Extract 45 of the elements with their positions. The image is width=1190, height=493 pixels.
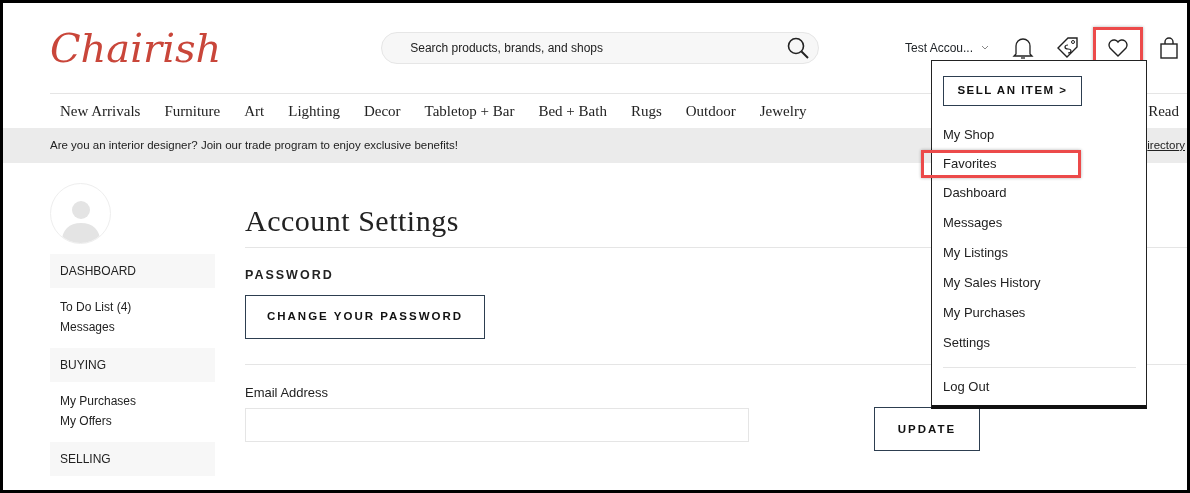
section-heading: PASSWORD [245, 267, 334, 284]
nav-link[interactable]: Rugs [630, 99, 662, 123]
price-tag-icon [1055, 36, 1079, 60]
logout-link[interactable]: Log Out [940, 372, 996, 402]
shopping-bag-icon [1157, 36, 1181, 60]
trade-program-link[interactable]: Join our trade program [200, 138, 318, 151]
sidebar-heading[interactable]: DASHBOARD [50, 254, 215, 288]
sidebar-link[interactable]: To Do List (4) [60, 297, 132, 317]
sidebar-heading[interactable]: SELLING [50, 442, 215, 476]
nav-link[interactable]: Outdoor [685, 99, 736, 123]
sidebar-link[interactable]: Messages [60, 317, 115, 337]
nav-link[interactable]: Tabletop + Bar [424, 99, 515, 123]
menu-item[interactable]: Favorites [921, 150, 1082, 178]
menu-item[interactable]: Messages [940, 208, 1009, 238]
page-title: Account Settings [245, 203, 459, 239]
nav-link[interactable]: Read [1148, 99, 1179, 123]
nav-link[interactable]: Decor [363, 99, 401, 123]
nav-link[interactable]: Bed + Bath [538, 99, 607, 123]
chevron-down-icon [981, 45, 989, 51]
sell-item-button[interactable]: SELL AN ITEM > [943, 76, 1082, 106]
menu-item[interactable]: My Sales History [940, 268, 1047, 298]
search-input[interactable]: Search products, brands, and shops [408, 38, 786, 58]
menu-item[interactable]: My Shop [940, 120, 1001, 150]
change-password-button[interactable]: CHANGE YOUR PASSWORD [245, 294, 485, 339]
nav-link[interactable]: Art [244, 99, 265, 123]
search-icon[interactable] [785, 36, 810, 60]
logo[interactable]: Chairish [50, 18, 222, 78]
sidebar-link[interactable]: My Offers [60, 411, 112, 431]
directory-link[interactable]: irectory [1147, 136, 1185, 155]
menu-item[interactable]: Dashboard [940, 178, 1013, 208]
sidebar-link[interactable]: My Purchases [60, 391, 137, 411]
nav-link[interactable]: Jewelry [759, 99, 807, 123]
nav-link[interactable]: Furniture [164, 99, 221, 123]
email-input[interactable] [245, 408, 749, 443]
banner-text: Are you an interior designer? Join our trade program to enjoy exclusive benefits! [50, 137, 458, 153]
nav-link[interactable]: Lighting [288, 99, 340, 123]
update-button[interactable]: UPDATE [874, 407, 980, 452]
menu-item[interactable]: My Listings [940, 238, 1015, 268]
account-menu[interactable]: Test Accou... [904, 39, 989, 57]
nav-link[interactable]: New Arrivals [60, 99, 141, 123]
field-label: Email Address [245, 383, 329, 402]
menu-item[interactable]: My Purchases [940, 298, 1032, 328]
search-field[interactable]: Search products, brands, and shops [381, 32, 819, 64]
sidebar-heading[interactable]: BUYING [50, 348, 215, 382]
menu-item[interactable]: Settings [940, 328, 996, 358]
